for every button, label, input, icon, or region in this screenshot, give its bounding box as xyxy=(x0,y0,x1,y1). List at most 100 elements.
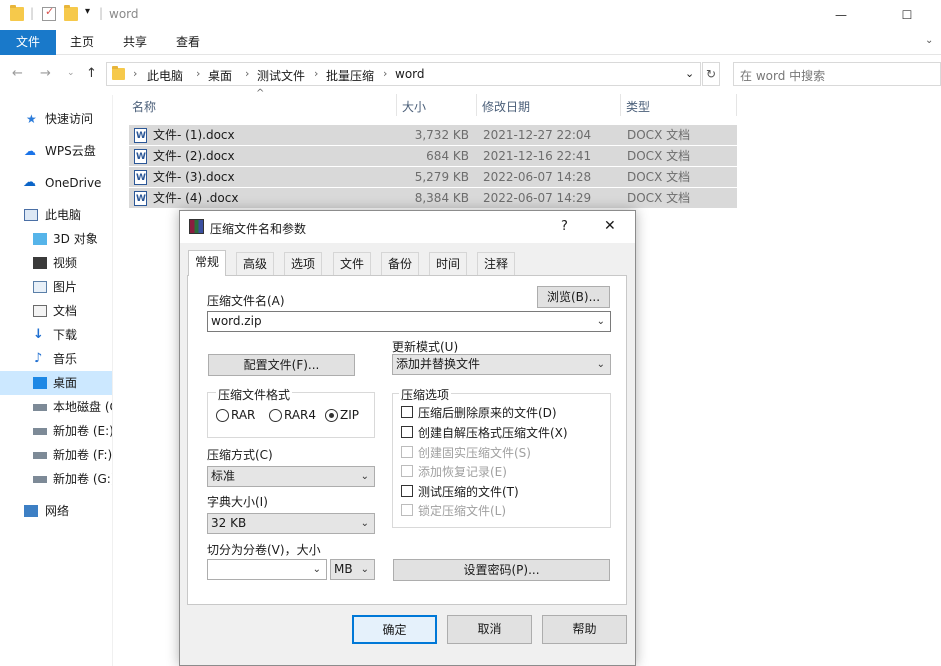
compression-method-select[interactable]: 标准 ⌄ xyxy=(207,466,375,487)
tab-view[interactable]: 查看 xyxy=(162,30,214,55)
file-row[interactable]: 文件- (3).docx 5,279 KB 2022-06-07 14:28 D… xyxy=(129,167,737,188)
archive-name-input[interactable]: word.zip ⌄ xyxy=(207,311,611,332)
column-header-name[interactable]: 名称 xyxy=(132,98,156,115)
archive-format-label: 压缩文件格式 xyxy=(216,386,293,403)
sidebar-item-this-pc[interactable]: 此电脑 xyxy=(0,203,112,227)
new-folder-icon[interactable] xyxy=(64,5,78,21)
properties-icon[interactable]: ✓ xyxy=(42,5,56,21)
file-row[interactable]: 文件- (4) .docx 8,384 KB 2022-06-07 14:29 … xyxy=(129,188,737,209)
split-volume-input[interactable]: ⌄ xyxy=(207,559,327,580)
file-row[interactable]: 文件- (2).docx 684 KB 2021-12-16 22:41 DOC… xyxy=(129,146,737,167)
chevron-down-icon[interactable]: ⌄ xyxy=(313,560,321,579)
set-password-button[interactable]: 设置密码(P)... xyxy=(393,559,610,581)
sidebar-item-drive-c[interactable]: 本地磁盘 (C:) xyxy=(0,395,112,419)
sidebar-item-music[interactable]: ♪ 音乐 xyxy=(0,347,112,371)
sidebar-item-drive-f[interactable]: 新加卷 (F:) xyxy=(0,443,112,467)
format-rar-radio[interactable] xyxy=(216,409,229,422)
tab-share[interactable]: 共享 xyxy=(109,30,161,55)
sidebar-item-quick-access[interactable]: ★ 快速访问 xyxy=(0,107,112,131)
maximize-button[interactable]: ☐ xyxy=(884,0,930,30)
file-size: 8,384 KB xyxy=(414,191,469,205)
breadcrumb-this-pc[interactable]: 此电脑 xyxy=(147,67,183,84)
back-arrow-icon[interactable]: ← xyxy=(12,66,23,81)
format-rar4-radio[interactable] xyxy=(269,409,282,422)
tab-backup[interactable]: 备份 xyxy=(381,252,420,275)
sidebar-item-drive-e[interactable]: 新加卷 (E:) xyxy=(0,419,112,443)
column-header-size[interactable]: 大小 xyxy=(402,98,426,115)
sidebar-item-desktop[interactable]: 桌面 xyxy=(0,371,112,395)
sidebar-item-wps-cloud[interactable]: ☁ WPS云盘 xyxy=(0,139,112,163)
sidebar-item-documents[interactable]: 文档 xyxy=(0,299,112,323)
ok-button[interactable]: 确定 xyxy=(352,615,437,644)
dialog-title: 压缩文件名和参数 xyxy=(210,222,307,236)
address-bar[interactable]: › 此电脑 › 桌面 › 测试文件 › 批量压缩 › word ⌄ xyxy=(106,62,701,86)
refresh-icon[interactable]: ↻ xyxy=(702,62,720,86)
compress-dialog: 压缩文件名和参数 ? ✕ 常规 高级 选项 文件 备份 时间 注释 压缩文件名(… xyxy=(179,210,636,666)
sidebar-item-label: 网络 xyxy=(45,504,70,518)
tab-files[interactable]: 文件 xyxy=(333,252,372,275)
update-mode-select[interactable]: 添加并替换文件 ⌄ xyxy=(392,354,611,375)
split-unit-select[interactable]: MB ⌄ xyxy=(330,559,375,580)
sidebar-item-drive-g[interactable]: 新加卷 (G:) xyxy=(0,467,112,491)
help-button[interactable]: 帮助 xyxy=(542,615,627,644)
up-arrow-icon[interactable]: ↑ xyxy=(86,66,97,81)
customize-quick-access-icon[interactable]: ▾ xyxy=(85,6,90,17)
test-archived-files-label: 测试压缩的文件(T) xyxy=(418,485,519,499)
column-divider[interactable] xyxy=(476,94,477,116)
minimize-button[interactable]: — xyxy=(818,0,864,30)
breadcrumb-batch-compress[interactable]: 批量压缩 xyxy=(326,67,374,84)
tab-file[interactable]: 文件 xyxy=(0,30,56,55)
tab-time[interactable]: 时间 xyxy=(429,252,468,275)
dictionary-size-select[interactable]: 32 KB ⌄ xyxy=(207,513,375,534)
dictionary-size-label: 字典大小(I) xyxy=(207,495,268,509)
column-header-type[interactable]: 类型 xyxy=(626,98,650,115)
tab-general[interactable]: 常规 xyxy=(188,250,227,276)
format-rar-label: RAR xyxy=(231,408,256,422)
compression-method-value: 标准 xyxy=(211,469,236,483)
download-icon: ↓ xyxy=(33,327,44,342)
delete-after-compress-checkbox[interactable] xyxy=(401,406,413,418)
breadcrumb-test-files[interactable]: 测试文件 xyxy=(257,67,305,84)
sidebar-item-pictures[interactable]: 图片 xyxy=(0,275,112,299)
close-button[interactable]: ✕ xyxy=(604,218,616,234)
chevron-down-icon[interactable]: ⌄ xyxy=(597,312,605,331)
onedrive-icon: ☁ xyxy=(23,175,36,190)
drive-icon xyxy=(33,476,47,483)
column-divider[interactable] xyxy=(620,94,621,116)
browse-button[interactable]: 浏览(B)... xyxy=(537,286,610,308)
format-zip-radio[interactable] xyxy=(325,409,338,422)
sidebar-item-label: 音乐 xyxy=(53,352,78,366)
sidebar-item-label: OneDrive xyxy=(45,176,102,190)
forward-arrow-icon[interactable]: → xyxy=(40,66,51,81)
sidebar-item-onedrive[interactable]: ☁ OneDrive xyxy=(0,171,112,195)
recent-locations-icon[interactable]: ⌄ xyxy=(67,68,75,78)
network-icon xyxy=(24,505,38,517)
sidebar-item-network[interactable]: 网络 xyxy=(0,499,112,523)
tab-options[interactable]: 选项 xyxy=(284,252,323,275)
search-input[interactable]: 在 word 中搜索 xyxy=(733,62,941,86)
sidebar-item-downloads[interactable]: ↓ 下载 xyxy=(0,323,112,347)
file-type: DOCX 文档 xyxy=(627,191,691,205)
lock-archive-label: 锁定压缩文件(L) xyxy=(418,504,507,518)
breadcrumb-desktop[interactable]: 桌面 xyxy=(208,67,232,84)
column-divider[interactable] xyxy=(396,94,397,116)
help-question-button[interactable]: ? xyxy=(561,219,568,234)
create-sfx-checkbox[interactable] xyxy=(401,426,413,438)
sidebar-item-3d-objects[interactable]: 3D 对象 xyxy=(0,227,112,251)
tab-comment[interactable]: 注释 xyxy=(477,252,516,275)
tab-home[interactable]: 主页 xyxy=(56,30,108,55)
sidebar-item-label: 视频 xyxy=(53,256,78,270)
expand-ribbon-icon[interactable]: ⌄ xyxy=(925,35,933,46)
column-header-date[interactable]: 修改日期 xyxy=(482,98,530,115)
add-recovery-record-checkbox xyxy=(401,465,413,477)
navigation-pane: ★ 快速访问 ☁ WPS云盘 ☁ OneDrive 此电脑 3D 对象 视频 图… xyxy=(0,95,113,666)
column-divider[interactable] xyxy=(736,94,737,116)
chevron-down-icon[interactable]: ⌄ xyxy=(685,67,694,80)
file-row[interactable]: 文件- (1).docx 3,732 KB 2021-12-27 22:04 D… xyxy=(129,125,737,146)
breadcrumb-word[interactable]: word xyxy=(395,67,425,81)
profiles-button[interactable]: 配置文件(F)... xyxy=(208,354,355,376)
cancel-button[interactable]: 取消 xyxy=(447,615,532,644)
test-archived-files-checkbox[interactable] xyxy=(401,485,413,497)
sidebar-item-videos[interactable]: 视频 xyxy=(0,251,112,275)
tab-advanced[interactable]: 高级 xyxy=(236,252,275,275)
